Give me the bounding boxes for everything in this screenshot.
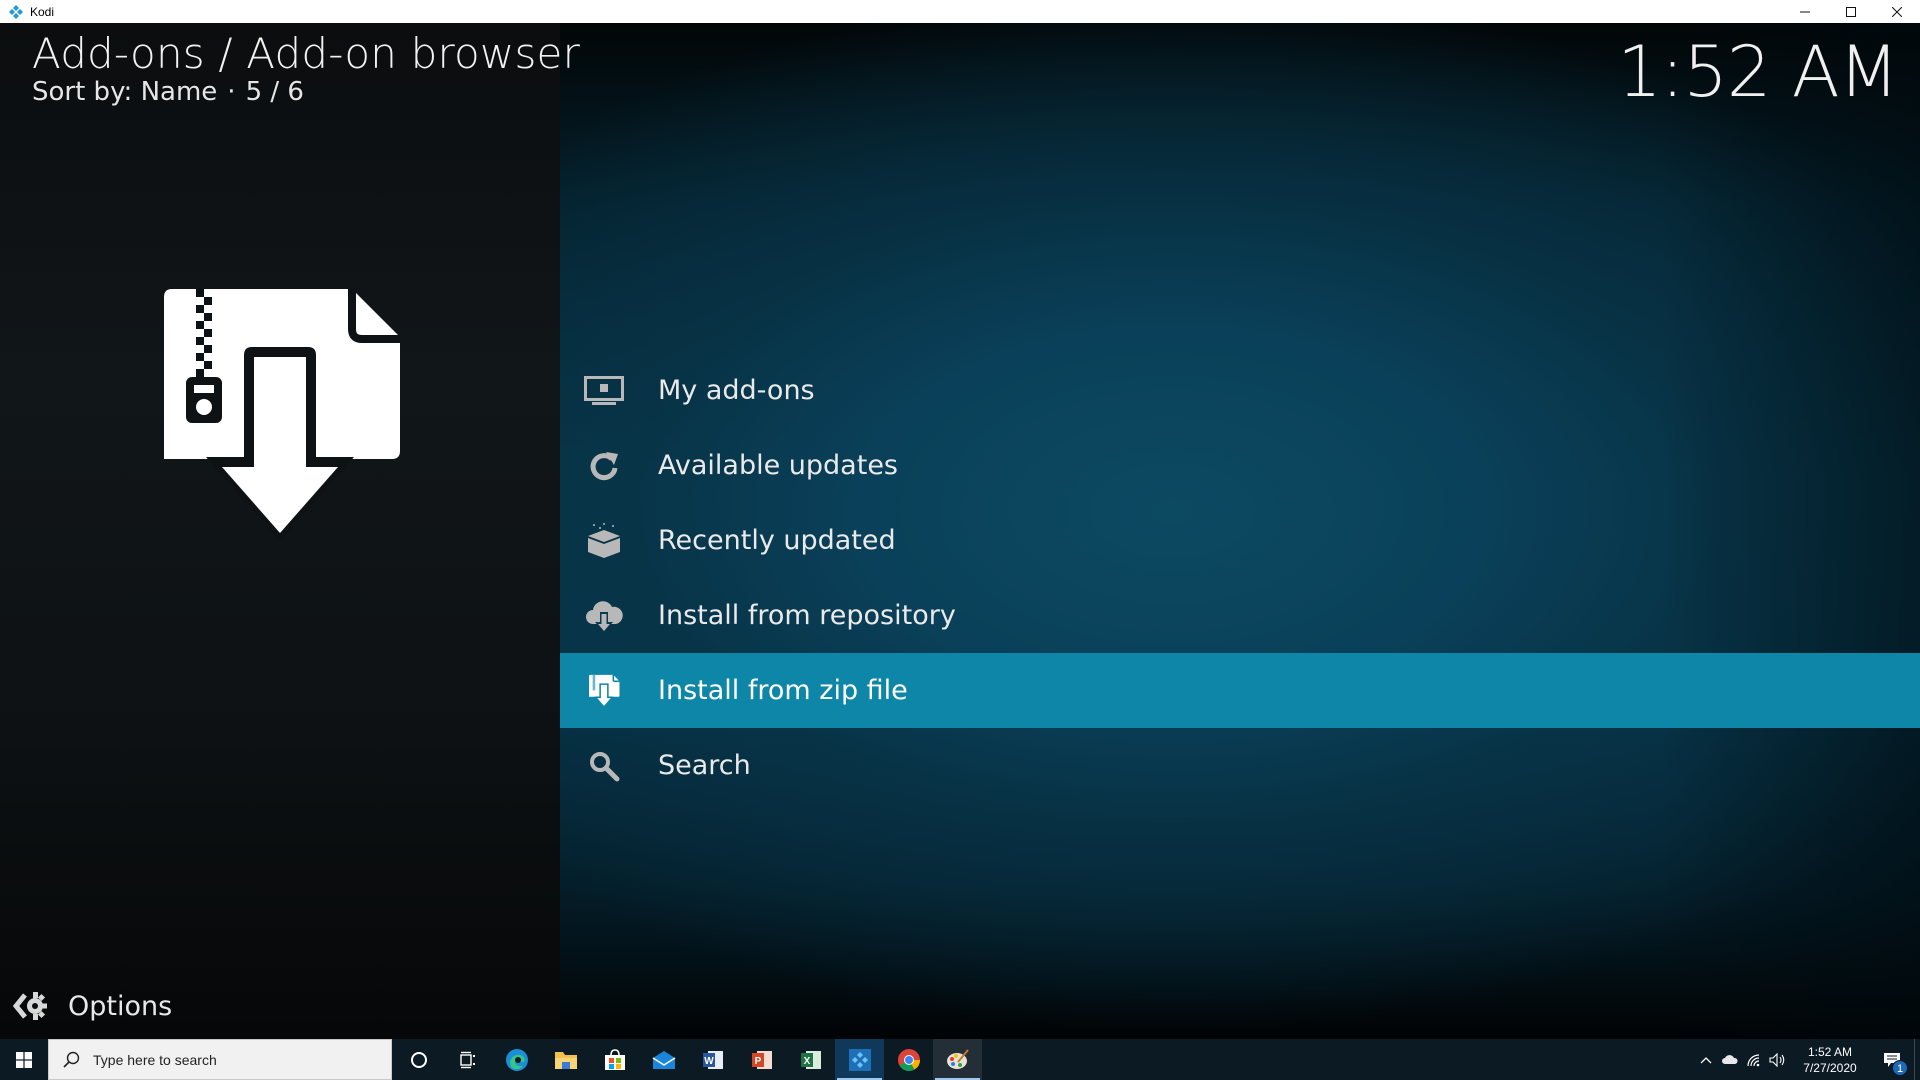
- taskbar-word[interactable]: W: [688, 1039, 737, 1080]
- taskbar-task-view[interactable]: [443, 1039, 492, 1080]
- kodi-app: Add-ons / Add-on browser Sort by: Name · 5…: [0, 23, 1920, 1039]
- menu-item-recently-updated[interactable]: Recently updated: [560, 503, 1920, 578]
- taskbar-apps: W P X: [394, 1039, 982, 1080]
- taskbar-powerpoint[interactable]: P: [737, 1039, 786, 1080]
- word-icon: W: [702, 1050, 723, 1069]
- maximize-icon: [1846, 6, 1856, 17]
- taskbar-time: 1:52 AM: [1807, 1044, 1853, 1059]
- minimize-icon: [1800, 11, 1810, 12]
- powerpoint-icon: P: [751, 1050, 772, 1069]
- open-box-icon: [584, 521, 624, 561]
- action-center-button[interactable]: 1: [1870, 1039, 1914, 1080]
- network-button[interactable]: [1742, 1039, 1766, 1080]
- taskbar: Type here to search W P X 1:52 AM 7/27/2…: [0, 1039, 1920, 1080]
- chevron-up-icon: [1700, 1056, 1712, 1063]
- speaker-icon: [1769, 1052, 1785, 1067]
- options-button[interactable]: Options: [12, 983, 172, 1029]
- show-hidden-icons-button[interactable]: [1694, 1039, 1718, 1080]
- taskbar-file-explorer[interactable]: [541, 1039, 590, 1080]
- taskbar-paint[interactable]: [933, 1039, 982, 1080]
- menu-item-label: Search: [658, 750, 751, 781]
- svg-text:P: P: [754, 1056, 761, 1067]
- window-titlebar: Kodi: [0, 0, 1920, 23]
- minimize-button[interactable]: [1782, 0, 1828, 23]
- taskbar-store[interactable]: [590, 1039, 639, 1080]
- edge-icon: [505, 1048, 528, 1071]
- item-position: 5 / 6: [245, 77, 304, 107]
- taskbar-clock[interactable]: 1:52 AM 7/27/2020: [1790, 1044, 1870, 1076]
- sort-label[interactable]: Sort by: Name: [32, 77, 217, 107]
- paint-icon: [946, 1048, 969, 1069]
- menu-item-search[interactable]: Search: [560, 728, 1920, 803]
- windows-icon: [16, 1051, 32, 1068]
- menu-item-label: My add-ons: [658, 375, 815, 406]
- taskbar-excel[interactable]: X: [786, 1039, 835, 1080]
- menu-item-label: Install from repository: [658, 600, 956, 631]
- svg-text:W: W: [704, 1056, 714, 1067]
- task-view-icon: [459, 1051, 475, 1068]
- menu-item-install-from-zip[interactable]: Install from zip file: [560, 653, 1920, 728]
- menu-item-label: Install from zip file: [658, 675, 908, 706]
- volume-button[interactable]: [1766, 1039, 1790, 1080]
- install-zip-icon: [156, 283, 404, 545]
- close-icon: [1892, 6, 1902, 17]
- options-label: Options: [68, 990, 173, 1022]
- system-tray: 1:52 AM 7/27/2020 1: [1694, 1039, 1920, 1080]
- wifi-icon: [1747, 1053, 1760, 1066]
- sort-info: Sort by: Name · 5 / 6: [32, 77, 304, 107]
- window-controls: [1782, 0, 1920, 23]
- chrome-icon: [897, 1048, 920, 1071]
- close-button[interactable]: [1874, 0, 1920, 23]
- menu-item-label: Available updates: [658, 450, 898, 481]
- search-icon: [63, 1051, 80, 1068]
- excel-icon: X: [800, 1050, 821, 1069]
- separator: ·: [227, 77, 236, 107]
- taskbar-search-input[interactable]: Type here to search: [48, 1039, 392, 1080]
- taskbar-edge[interactable]: [492, 1039, 541, 1080]
- menu-item-my-addons[interactable]: My add-ons: [560, 353, 1920, 428]
- monitor-addon-icon: [584, 371, 624, 411]
- taskbar-mail[interactable]: [639, 1039, 688, 1080]
- store-icon: [604, 1048, 625, 1070]
- mail-icon: [652, 1050, 675, 1069]
- menu-item-install-from-repository[interactable]: Install from repository: [560, 578, 1920, 653]
- notification-count-badge: 1: [1892, 1060, 1908, 1076]
- folder-icon: [554, 1051, 577, 1069]
- zip-download-icon: [584, 671, 624, 711]
- onedrive-button[interactable]: [1718, 1039, 1742, 1080]
- cortana-icon: [410, 1051, 427, 1068]
- clock: 1:52 AM: [1617, 31, 1899, 113]
- kodi-icon: [848, 1048, 871, 1071]
- svg-text:X: X: [803, 1056, 810, 1067]
- menu-item-label: Recently updated: [658, 525, 896, 556]
- window-title: Kodi: [30, 4, 55, 19]
- cloud-download-icon: [584, 596, 624, 636]
- taskbar-date: 7/27/2020: [1803, 1060, 1857, 1075]
- refresh-icon: [584, 446, 624, 486]
- menu-item-available-updates[interactable]: Available updates: [560, 428, 1920, 503]
- maximize-button[interactable]: [1828, 0, 1874, 23]
- taskbar-cortana[interactable]: [394, 1039, 443, 1080]
- search-icon: [584, 746, 624, 786]
- page-title: Add-ons / Add-on browser: [32, 29, 581, 78]
- kodi-logo-icon: [8, 4, 24, 20]
- options-gear-icon: [12, 988, 48, 1024]
- onedrive-cloud-icon: [1722, 1054, 1738, 1064]
- taskbar-chrome[interactable]: [884, 1039, 933, 1080]
- show-desktop-button[interactable]: [1914, 1039, 1920, 1080]
- taskbar-kodi[interactable]: [835, 1039, 884, 1080]
- addon-browser-menu: My add-ons Available updates Recently up…: [560, 353, 1920, 803]
- search-placeholder: Type here to search: [93, 1051, 217, 1068]
- start-button[interactable]: [0, 1039, 48, 1080]
